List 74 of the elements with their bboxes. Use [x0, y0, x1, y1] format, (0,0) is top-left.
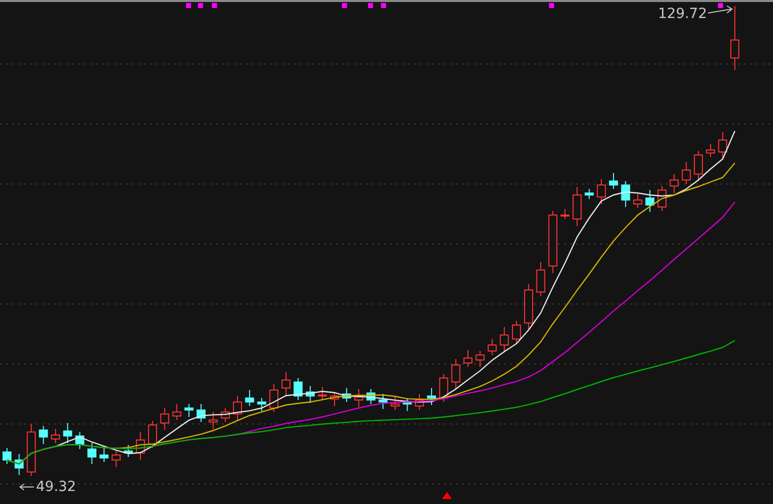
signal-marker-icon: [186, 3, 191, 8]
candlestick: [366, 388, 376, 404]
candlestick: [160, 408, 170, 430]
signal-marker-icon: [212, 3, 217, 8]
candlestick: [633, 194, 642, 208]
candlestick: [306, 386, 315, 404]
candlestick: [463, 350, 472, 368]
candlestick: [63, 422, 72, 444]
candlestick: [658, 186, 667, 212]
candlestick: [136, 432, 145, 460]
candlestick: [584, 188, 594, 200]
arrow-icon: [708, 6, 733, 14]
candlestick: [706, 144, 716, 158]
candlestick: [439, 374, 448, 402]
candlestick: [536, 262, 546, 296]
candlestick: [220, 408, 230, 422]
candlestick: [282, 372, 290, 396]
arrow-up-icon: [442, 492, 452, 499]
candlestick: [100, 446, 109, 462]
candlestick: [682, 162, 691, 184]
candlestick: [730, 6, 740, 70]
candlestick: [524, 284, 534, 330]
candlestick: [390, 396, 400, 410]
candlestick: [196, 404, 206, 422]
candlestick: [402, 398, 412, 412]
candlestick: [354, 388, 364, 408]
price-label: 49.32: [36, 479, 76, 495]
candlestick: [414, 394, 424, 410]
candlestick: [670, 174, 679, 194]
candlestick: [294, 378, 303, 400]
candlestick: [257, 398, 266, 412]
price-label: 129.72: [658, 6, 707, 22]
candlestick: [694, 150, 703, 182]
candlestick: [476, 350, 485, 368]
candlestick: [38, 426, 48, 444]
candlestick: [645, 190, 654, 212]
signal-marker-icon: [549, 3, 554, 8]
signal-marker-icon: [198, 3, 203, 8]
candlestick: [512, 320, 521, 344]
candlestick: [232, 396, 242, 422]
candlestick: [26, 424, 36, 476]
candlestick: [488, 338, 497, 356]
signal-marker-icon: [381, 3, 386, 8]
candlestick: [112, 450, 121, 468]
arrow-icon: [19, 484, 34, 490]
signal-marker-icon: [368, 3, 373, 8]
candlestick: [124, 444, 133, 458]
signal-marker-icon: [718, 3, 723, 8]
candlestick: [148, 420, 158, 448]
candlestick: [14, 454, 24, 476]
candlestick: [548, 210, 558, 274]
candlestick: [2, 448, 12, 464]
candlestick: [184, 404, 194, 418]
candlestick: [330, 392, 339, 406]
candlestick: [500, 326, 509, 352]
candlestick: [621, 180, 630, 208]
candlestick: [560, 208, 570, 220]
candlestick: [572, 186, 582, 226]
candlestick: [378, 394, 388, 410]
signal-marker-icon: [342, 3, 347, 8]
candlestick: [342, 388, 352, 402]
candlestick: [596, 178, 606, 204]
candlestick: [318, 386, 327, 400]
candlestick: [245, 390, 254, 406]
candlestick: [269, 384, 278, 412]
candlestick: [451, 358, 460, 390]
candlestick: [172, 404, 182, 420]
candlestick: [87, 442, 96, 464]
candlestick: [609, 172, 618, 190]
candlestick: [427, 388, 436, 406]
candlestick: [718, 132, 728, 160]
candlestick: [75, 432, 84, 450]
candlestick: [51, 428, 60, 444]
candlestick: [208, 412, 218, 430]
